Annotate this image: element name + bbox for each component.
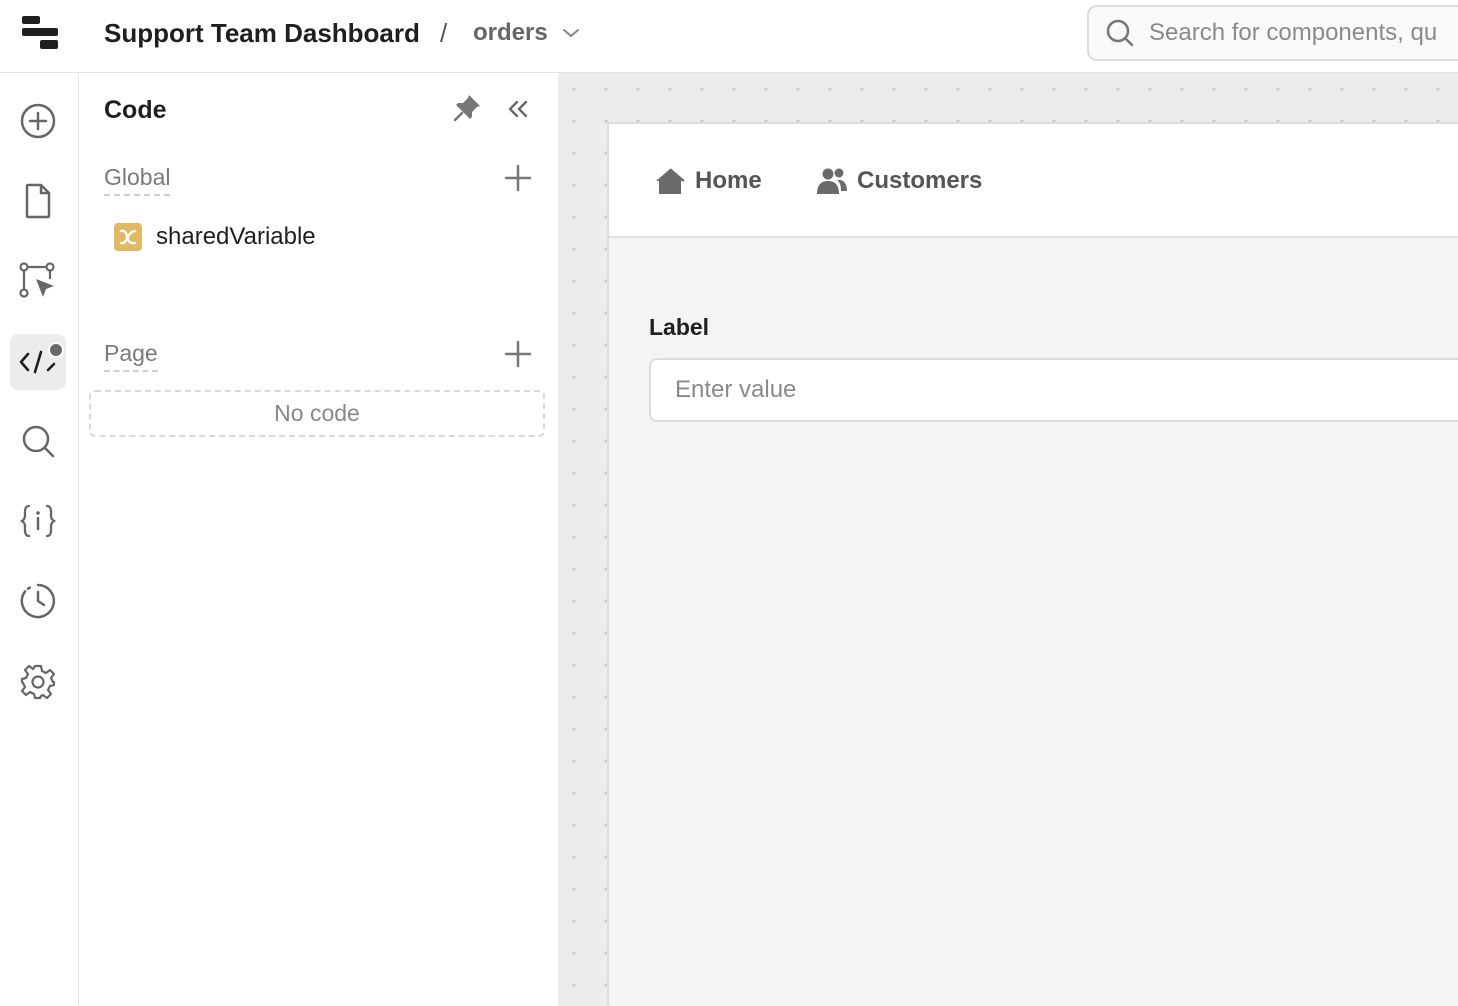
global-section-label: Global [104,162,171,196]
state-icon [19,504,57,538]
app-navigation: Home Customers [609,124,1458,238]
rail-add-button[interactable] [10,93,66,149]
add-global-code-icon[interactable] [502,162,534,194]
add-page-code-icon[interactable] [502,338,534,370]
page-section-label: Page [104,338,158,372]
nav-item-label: Customers [857,167,983,194]
home-icon [656,168,685,194]
variable-icon [114,223,142,251]
breadcrumb-separator: / [440,18,448,48]
text-input[interactable] [649,358,1458,422]
app-title[interactable]: Support Team Dashboard [104,17,420,49]
users-icon [817,168,847,194]
workflow-icon [19,262,55,298]
page-icon [25,183,51,219]
chevron-down-icon [562,29,579,37]
search-box[interactable] [1087,5,1458,61]
search-icon [1106,19,1134,47]
gear-icon [20,664,56,700]
nav-item-label: Home [695,167,762,194]
rail-search-button[interactable] [10,413,66,469]
page-empty-state[interactable]: No code [89,390,545,437]
rail-history-button[interactable] [10,573,66,629]
page-selector[interactable]: orders [473,17,580,49]
page-name: orders [473,19,548,46]
field-label: Label [649,314,710,340]
left-rail [0,73,79,1006]
search-icon [22,425,55,458]
global-item-shared-variable[interactable]: sharedVariable [114,222,316,252]
pin-icon[interactable] [452,93,482,123]
rail-pages-button[interactable] [10,173,66,229]
nav-item-home[interactable]: Home [655,166,762,196]
history-icon [20,583,56,619]
collapse-panel-icon[interactable] [504,95,532,123]
rail-workflow-button[interactable] [10,253,66,309]
panel-title: Code [104,96,167,124]
app-preview-frame[interactable]: Home Customers Label [607,122,1458,1006]
app-logo-icon[interactable] [20,14,60,52]
variable-name: sharedVariable [156,223,316,250]
search-input[interactable] [1149,19,1458,47]
code-panel: Code Global sharedVariable Page No code [80,73,558,1006]
rail-code-button[interactable] [10,334,66,390]
rail-state-button[interactable] [10,493,66,549]
rail-settings-button[interactable] [10,654,66,710]
nav-item-customers[interactable]: Customers [817,166,982,196]
add-circle-icon [20,103,56,139]
top-bar: Support Team Dashboard / orders [0,0,1458,73]
unsaved-indicator-dot [48,342,64,358]
